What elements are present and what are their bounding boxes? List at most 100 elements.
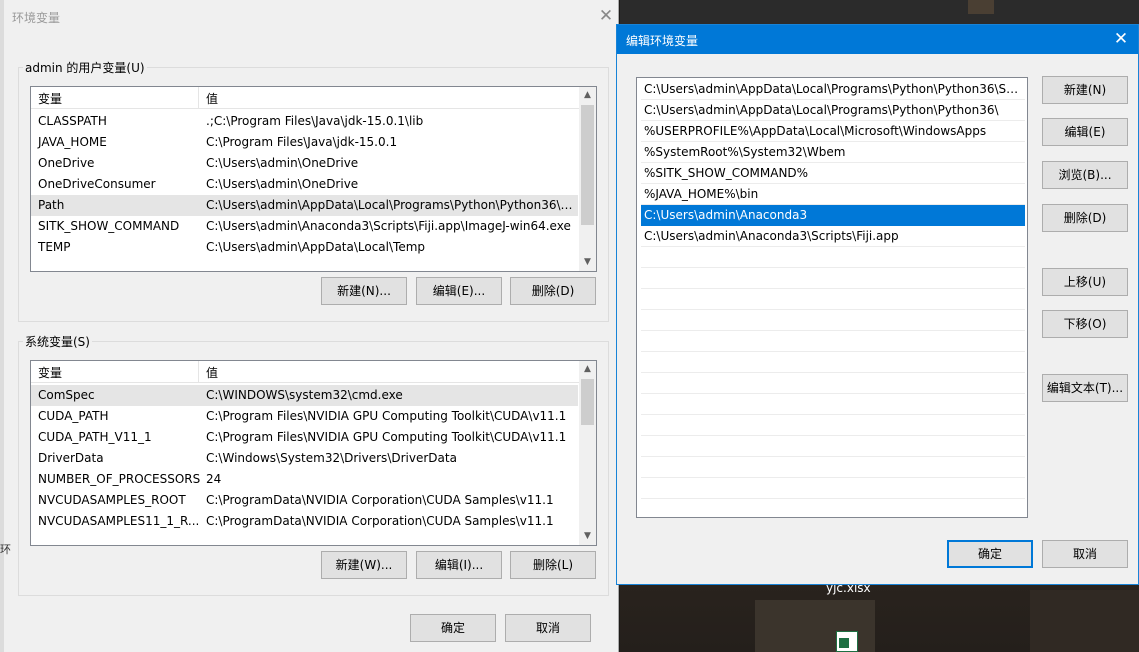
table-row[interactable]: CUDA_PATH_V11_1 C:\Program Files\NVIDIA G…: [31, 427, 578, 448]
path-entries-list[interactable]: C:\Users\admin\AppData\Local\Programs\Py…: [636, 77, 1028, 518]
list-item[interactable]: %JAVA_HOME%\bin: [641, 184, 1025, 205]
table-row[interactable]: OneDriveConsumer C:\Users\admin\OneDrive: [31, 174, 578, 195]
user-new-button[interactable]: 新建(N)...: [321, 277, 407, 305]
vertical-scrollbar[interactable]: ▲ ▼: [579, 87, 596, 271]
desktop-thumbnail: [1030, 590, 1139, 652]
table-row[interactable]: OneDrive C:\Users\admin\OneDrive: [31, 153, 578, 174]
path-text: C:\Users\admin\AppData\Local\Programs\Py…: [644, 103, 999, 117]
column-header-variable[interactable]: 变量: [38, 90, 62, 107]
column-header-variable[interactable]: 变量: [38, 364, 62, 381]
scroll-down-arrow-icon[interactable]: ▼: [579, 254, 596, 271]
ok-button[interactable]: 确定: [410, 614, 496, 642]
scroll-up-arrow-icon[interactable]: ▲: [579, 87, 596, 104]
list-item[interactable]: C:\Users\admin\AppData\Local\Programs\Py…: [641, 100, 1025, 121]
column-separator[interactable]: [198, 87, 199, 108]
cancel-button[interactable]: 取消: [1042, 540, 1128, 568]
close-icon[interactable]: ✕: [596, 6, 616, 26]
variable-value: C:\Program Files\NVIDIA GPU Computing To…: [206, 409, 567, 423]
variable-name: NVCUDASAMPLES11_1_R...: [38, 514, 200, 528]
edit-text-button[interactable]: 编辑文本(T)...: [1042, 374, 1128, 402]
system-new-button[interactable]: 新建(W)...: [321, 551, 407, 579]
dialog-titlebar[interactable]: 编辑环境变量 ✕: [617, 25, 1138, 54]
path-text: %SystemRoot%\System32\Wbem: [644, 145, 846, 159]
variable-value: C:\ProgramData\NVIDIA Corporation\CUDA S…: [206, 514, 554, 528]
table-row[interactable]: NVCUDASAMPLES_ROOT C:\ProgramData\NVIDIA …: [31, 490, 578, 511]
empty-list-item[interactable]: [641, 289, 1025, 310]
system-delete-button[interactable]: 删除(L): [510, 551, 596, 579]
scroll-down-arrow-icon[interactable]: ▼: [579, 528, 596, 545]
path-text: C:\Users\admin\Anaconda3\Scripts\Fiji.ap…: [644, 229, 899, 243]
vertical-scrollbar[interactable]: ▲ ▼: [579, 361, 596, 545]
table-row[interactable]: CLASSPATH .;C:\Program Files\Java\jdk-15.…: [31, 111, 578, 132]
new-path-button[interactable]: 新建(N): [1042, 76, 1128, 104]
move-down-button[interactable]: 下移(O): [1042, 310, 1128, 338]
path-text: %SITK_SHOW_COMMAND%: [644, 166, 809, 180]
variable-name: OneDriveConsumer: [38, 177, 156, 191]
variable-value: C:\Users\admin\OneDrive: [206, 156, 359, 170]
move-up-button[interactable]: 上移(U): [1042, 268, 1128, 296]
empty-list-item[interactable]: [641, 436, 1025, 457]
table-row[interactable]: NUMBER_OF_PROCESSORS 24: [31, 469, 578, 490]
column-separator[interactable]: [198, 361, 199, 382]
dialog-title: 编辑环境变量: [626, 34, 699, 48]
empty-list-item[interactable]: [641, 373, 1025, 394]
scroll-up-arrow-icon[interactable]: ▲: [579, 361, 596, 378]
delete-path-button[interactable]: 删除(D): [1042, 204, 1128, 232]
variable-value: C:\Users\admin\AppData\Local\Temp: [206, 240, 426, 254]
empty-list-item[interactable]: [641, 310, 1025, 331]
table-row-selected[interactable]: ComSpec C:\WINDOWS\system32\cmd.exe: [31, 385, 578, 406]
desktop-top-strip: [620, 0, 1139, 24]
table-row[interactable]: NVCUDASAMPLES11_1_R... C:\ProgramData\NVI…: [31, 511, 578, 532]
system-variables-list[interactable]: 变量 值 ComSpec C:\WINDOWS\system32\cmd.exe …: [30, 360, 597, 546]
excel-file-icon[interactable]: [836, 631, 858, 652]
column-header-value[interactable]: 值: [206, 90, 218, 107]
list-item[interactable]: %SystemRoot%\System32\Wbem: [641, 142, 1025, 163]
list-item[interactable]: C:\Users\admin\AppData\Local\Programs\Py…: [641, 79, 1025, 100]
variable-name: OneDrive: [38, 156, 95, 170]
variable-value: C:\ProgramData\NVIDIA Corporation\CUDA S…: [206, 493, 554, 507]
list-item[interactable]: C:\Users\admin\Anaconda3\Scripts\Fiji.ap…: [641, 226, 1025, 247]
scrollbar-thumb[interactable]: [581, 379, 594, 425]
list-item-selected[interactable]: C:\Users\admin\Anaconda3: [641, 205, 1025, 226]
system-variables-label: 系统变量(S): [23, 333, 92, 350]
empty-list-item[interactable]: [641, 478, 1025, 499]
variable-name: JAVA_HOME: [38, 135, 107, 149]
list-header: 变量 值: [31, 87, 580, 109]
ok-button[interactable]: 确定: [947, 540, 1033, 568]
list-item[interactable]: %USERPROFILE%\AppData\Local\Microsoft\Wi…: [641, 121, 1025, 142]
empty-list-item[interactable]: [641, 457, 1025, 478]
user-delete-button[interactable]: 删除(D): [510, 277, 596, 305]
user-variables-list[interactable]: 变量 值 CLASSPATH .;C:\Program Files\Java\jd…: [30, 86, 597, 272]
system-edit-button[interactable]: 编辑(I)...: [416, 551, 502, 579]
background-window-glyph: 环: [0, 543, 11, 556]
cancel-button[interactable]: 取消: [505, 614, 591, 642]
table-row[interactable]: SITK_SHOW_COMMAND C:\Users\admin\Anaconda…: [31, 216, 578, 237]
variable-name: NVCUDASAMPLES_ROOT: [38, 493, 186, 507]
empty-list-item[interactable]: [641, 268, 1025, 289]
edit-path-button[interactable]: 编辑(E): [1042, 118, 1128, 146]
table-row-selected[interactable]: Path C:\Users\admin\AppData\Local\Program…: [31, 195, 578, 216]
table-row[interactable]: CUDA_PATH C:\Program Files\NVIDIA GPU Com…: [31, 406, 578, 427]
empty-list-item[interactable]: [641, 415, 1025, 436]
variable-value: C:\Users\admin\OneDrive: [206, 177, 359, 191]
empty-list-item[interactable]: [641, 331, 1025, 352]
empty-list-item[interactable]: [641, 394, 1025, 415]
table-row[interactable]: DriverData C:\Windows\System32\Drivers\Dr…: [31, 448, 578, 469]
user-edit-button[interactable]: 编辑(E)...: [416, 277, 502, 305]
variable-name: CLASSPATH: [38, 114, 107, 128]
column-header-value[interactable]: 值: [206, 364, 218, 381]
path-text: %USERPROFILE%\AppData\Local\Microsoft\Wi…: [644, 124, 987, 138]
table-row[interactable]: JAVA_HOME C:\Program Files\Java\jdk-15.0.…: [31, 132, 578, 153]
browse-button[interactable]: 浏览(B)...: [1042, 161, 1128, 189]
desktop-thumbnail: [968, 0, 994, 14]
variable-value: C:\Windows\System32\Drivers\DriverData: [206, 451, 457, 465]
scrollbar-thumb[interactable]: [581, 105, 594, 225]
variable-name: NUMBER_OF_PROCESSORS: [38, 472, 201, 486]
empty-list-item[interactable]: [641, 247, 1025, 268]
empty-list-item[interactable]: [641, 352, 1025, 373]
variable-name: ComSpec: [38, 388, 95, 402]
close-icon[interactable]: ✕: [1110, 28, 1132, 50]
dialog-title: 环境变量: [12, 11, 61, 25]
table-row[interactable]: TEMP C:\Users\admin\AppData\Local\Temp: [31, 237, 578, 258]
list-item[interactable]: %SITK_SHOW_COMMAND%: [641, 163, 1025, 184]
